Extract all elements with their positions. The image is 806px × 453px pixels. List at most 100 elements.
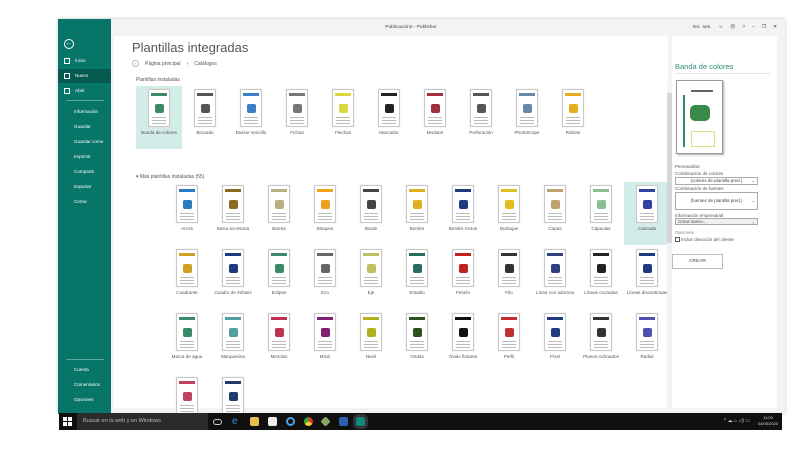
template-label: Líneas discontinuas (626, 290, 668, 295)
close-button[interactable]: ✕ (773, 19, 777, 37)
sidebar-item-bottom-0[interactable]: Cuenta (58, 363, 111, 377)
template-tile[interactable]: Líneas cruzadas (578, 246, 624, 309)
sidebar-item-bottom-2[interactable]: Opciones (58, 393, 111, 407)
word-icon[interactable] (339, 417, 348, 426)
sidebar-item-label: Nuevo (75, 73, 89, 78)
template-tile[interactable]: Píxel (532, 310, 578, 373)
template-tile[interactable]: Nivel (348, 310, 394, 373)
template-tile[interactable]: Barra accesoria (210, 182, 256, 245)
system-tray-icons[interactable]: ^ ☁ ⌂ ◁) ▭ (724, 418, 750, 424)
template-tile[interactable]: Bloques (302, 182, 348, 245)
sidebar-item-9[interactable]: Cerrar (58, 195, 111, 209)
restore-button[interactable]: ❐ (762, 19, 766, 37)
template-label: Cascada (637, 226, 657, 231)
template-tile[interactable]: Cascada (624, 182, 670, 245)
template-tile[interactable]: Estudio (394, 246, 440, 309)
more-templates-toggle[interactable]: ▾ Más plantillas instaladas (55) (136, 174, 204, 180)
template-tile[interactable]: Festón (440, 246, 486, 309)
template-tile[interactable]: Eco (302, 246, 348, 309)
template-tile[interactable]: Línea con adornos (532, 246, 578, 309)
template-tile[interactable]: Marca de agua (164, 310, 210, 373)
template-tile[interactable]: Capas (532, 182, 578, 245)
sidebar-item-bottom-1[interactable]: Comentarios (58, 378, 111, 392)
include-address-option[interactable]: Incluir dirección del cliente (675, 237, 734, 242)
template-tile[interactable]: Móvil (302, 310, 348, 373)
store-icon[interactable] (268, 417, 277, 426)
template-tile[interactable]: Eje (348, 246, 394, 309)
file-explorer-icon[interactable] (250, 417, 259, 426)
template-tile[interactable]: Bordes rectos (440, 182, 486, 245)
sidebar-item-7[interactable]: Compartir (58, 165, 111, 179)
template-tile[interactable]: Perforación (458, 86, 504, 149)
color-scheme-label: Combinación de colores (675, 171, 724, 176)
template-tile[interactable]: Radial (624, 310, 670, 373)
sidebar-item-5[interactable]: Guardar como (58, 135, 111, 149)
sidebar-item-6[interactable]: Imprimir (58, 150, 111, 164)
smiley-feedback-icon[interactable]: ☺ (718, 19, 723, 37)
template-tile[interactable]: Filo (486, 246, 532, 309)
color-scheme-dropdown[interactable]: (colores de plantilla pred.) ⌄ (675, 177, 758, 185)
template-tile[interactable]: Barras (256, 182, 302, 245)
template-tile[interactable]: Cuadrante (164, 246, 210, 309)
template-tile[interactable]: Fichas (274, 86, 320, 149)
template-tile[interactable]: Óvalo flotante (440, 310, 486, 373)
help-button[interactable]: ? (742, 19, 745, 37)
template-tile[interactable]: Borde (348, 182, 394, 245)
template-tile[interactable]: Ondas (394, 310, 440, 373)
template-tile[interactable]: Divisor sencillo (228, 86, 274, 149)
breadcrumb-separator: › (186, 60, 189, 67)
task-view-icon[interactable] (213, 419, 222, 425)
cortana-app-icon[interactable] (286, 417, 295, 426)
template-tile[interactable]: Cuadro de énfasis (210, 246, 256, 309)
sidebar-item-0[interactable]: Inicio (58, 54, 111, 68)
include-address-checkbox[interactable] (675, 237, 680, 242)
template-tile[interactable]: Bordes (394, 182, 440, 245)
sidebar-item-8[interactable]: Exportar (58, 180, 111, 194)
template-tile[interactable]: Mezclas (256, 310, 302, 373)
windows-start-icon[interactable] (63, 417, 72, 426)
create-button[interactable]: CREAR (672, 254, 723, 269)
template-tile[interactable]: Perfil (486, 310, 532, 373)
template-tile[interactable]: Marquesina (210, 310, 256, 373)
template-tile[interactable]: Líneas discontinuas (624, 246, 670, 309)
sidebar-item-1[interactable]: Nuevo (58, 69, 111, 83)
sidebar-item-2[interactable]: Abrir (58, 84, 111, 98)
template-detail-panel: Banda de colores Personalizar Combinació… (672, 36, 777, 408)
breadcrumb-home[interactable]: Página principal (145, 61, 181, 67)
template-tile[interactable]: PhotoScope (504, 86, 550, 149)
template-tile[interactable]: Banda de colores (136, 86, 182, 149)
template-tile[interactable]: Flechas (320, 86, 366, 149)
template-tile[interactable]: Burbujas (486, 182, 532, 245)
template-tile[interactable]: Planos inclinados (578, 310, 624, 373)
template-thumbnail (314, 249, 336, 287)
app-icon[interactable] (320, 416, 331, 427)
minimize-button[interactable]: – (752, 19, 755, 37)
sidebar-item-3[interactable]: Información (58, 105, 111, 119)
template-tile[interactable]: Arcos (164, 182, 210, 245)
template-tile[interactable]: Eclipse (256, 246, 302, 309)
business-info-dropdown[interactable]: Crear nuevo... ⌄ (675, 218, 758, 225)
chrome-icon[interactable] (304, 417, 313, 426)
edge-icon[interactable]: e (232, 417, 241, 427)
back-arrow-icon[interactable]: ← (64, 39, 74, 49)
template-thumbnail (452, 249, 474, 287)
sidebar-item-4[interactable]: Guardar (58, 120, 111, 134)
template-tile[interactable]: Rebote (550, 86, 596, 149)
template-tile[interactable]: Modular (412, 86, 458, 149)
font-scheme-value: (fuentes de plantilla pred.) (690, 198, 743, 203)
frown-feedback-icon[interactable]: ☹ (730, 19, 735, 37)
font-scheme-dropdown[interactable]: (fuentes de plantilla pred.) ⌄ (675, 192, 758, 210)
template-thumbnail (590, 249, 612, 287)
publisher-icon[interactable] (353, 414, 368, 429)
template-thumbnail (314, 185, 336, 223)
template-thumbnail (268, 185, 290, 223)
taskbar-search-box[interactable]: Buscar en la web y en Windows (77, 413, 208, 430)
back-icon[interactable]: ‹ (132, 60, 139, 67)
template-tile[interactable]: Brocado (182, 86, 228, 149)
breadcrumb: ‹ Página principal › Catálogos (132, 60, 217, 67)
clock[interactable]: 11:00 04/05/2020 (758, 415, 778, 427)
template-tile[interactable]: Marcador (366, 86, 412, 149)
template-thumbnail (314, 313, 336, 351)
template-tile[interactable]: Cápsulas (578, 182, 624, 245)
sign-in-link[interactable]: Inic. ses. (692, 19, 711, 37)
